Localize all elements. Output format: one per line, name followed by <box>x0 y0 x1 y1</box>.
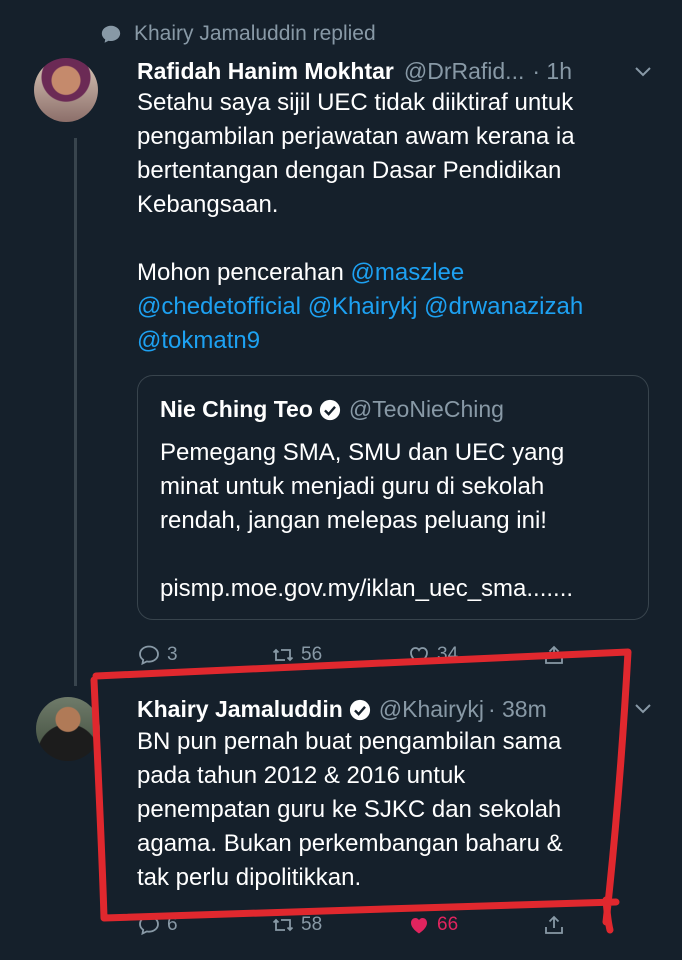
share-icon <box>545 915 563 934</box>
quoted-author-handle: @TeoNieChing <box>348 396 504 422</box>
retweet-icon <box>272 918 294 932</box>
quoted-line: minat untuk menjadi guru di sekolah <box>160 473 545 500</box>
avatar[interactable] <box>36 697 100 761</box>
like-count: 34 <box>437 644 459 665</box>
quoted-tweet-header: Nie Ching Teo @TeoNieChing <box>160 396 504 423</box>
chevron-down-icon[interactable] <box>634 66 652 78</box>
like-button[interactable]: 66 <box>407 913 458 937</box>
retweet-button[interactable]: 58 <box>271 913 322 937</box>
tweet-line: Kebangsaan. <box>137 191 279 218</box>
retweet-button[interactable]: 56 <box>271 643 322 667</box>
tweet-header: Khairy Jamaluddin @Khairykj · 38m <box>137 696 547 723</box>
share-button[interactable] <box>542 913 566 937</box>
author-name[interactable]: Rafidah Hanim Mokhtar <box>137 58 394 85</box>
mention-link[interactable]: @tokmatn9 <box>137 327 260 354</box>
tweet-line: pada tahun 2012 & 2016 untuk <box>137 762 466 789</box>
tweet-line: bertentangan dengan Dasar Pendidikan <box>137 157 562 184</box>
tweet-body: Setahu saya sijil UEC tidak diiktiraf un… <box>137 86 657 358</box>
reply-count: 6 <box>167 914 178 935</box>
mention-link[interactable]: @chedetofficial <box>137 293 301 320</box>
verified-badge-icon <box>349 699 370 720</box>
quoted-line: rendah, jangan melepas peluang ini! <box>160 507 547 534</box>
retweet-icon <box>272 648 294 662</box>
tweet-line: agama. Bukan perkembangan baharu & <box>137 830 563 857</box>
reply-icon <box>139 915 159 936</box>
reply-count: 3 <box>167 644 178 665</box>
mention-link[interactable]: @Khairykj <box>308 293 418 320</box>
reply-button[interactable]: 3 <box>137 643 178 667</box>
tweet-text-request: Mohon pencerahan <box>137 259 344 286</box>
mention-link[interactable]: @maszlee <box>351 259 465 286</box>
author-handle[interactable]: @Khairykj <box>379 696 484 723</box>
heart-icon <box>411 918 427 934</box>
author-handle[interactable]: @DrRafid... <box>404 58 524 85</box>
reply-button[interactable]: 6 <box>137 913 178 937</box>
reply-context-text: Khairy Jamaluddin replied <box>134 22 376 45</box>
author-name[interactable]: Khairy Jamaluddin <box>137 696 343 723</box>
like-button[interactable]: 34 <box>407 643 458 667</box>
quoted-tweet-card[interactable]: Nie Ching Teo @TeoNieChing Pemegang SMA,… <box>137 375 649 620</box>
reply-icon <box>139 645 159 666</box>
quoted-tweet-body: Pemegang SMA, SMU dan UEC yang minat unt… <box>160 436 630 606</box>
like-count: 66 <box>437 914 459 935</box>
quoted-link[interactable]: pismp.moe.gov.my/iklan_uec_sma....... <box>160 572 630 606</box>
heart-icon <box>410 647 428 665</box>
share-icon <box>545 645 563 664</box>
verified-badge-icon <box>319 399 340 420</box>
tweet-line: BN pun pernah buat pengambilan sama <box>137 728 562 755</box>
tweet-line: pengambilan perjawatan awam kerana ia <box>137 123 575 150</box>
quoted-line: Pemegang SMA, SMU dan UEC yang <box>160 439 565 466</box>
mention-link[interactable]: @drwanazizah <box>424 293 583 320</box>
tweet-body: BN pun pernah buat pengambilan sama pada… <box>137 725 637 895</box>
tweet-timestamp[interactable]: · 38m <box>488 696 547 723</box>
retweet-count: 56 <box>301 644 323 665</box>
tweet-actions: 6 58 66 <box>137 913 587 943</box>
avatar[interactable] <box>34 58 98 122</box>
tweet-line: tak perlu dipolitikkan. <box>137 864 362 891</box>
tweet-timestamp[interactable]: · 1h <box>532 58 572 85</box>
thread-connector <box>74 138 77 686</box>
chevron-down-icon[interactable] <box>634 703 652 715</box>
retweet-count: 58 <box>301 914 323 935</box>
tweet-actions: 3 56 34 <box>137 643 587 673</box>
tweet-header: Rafidah Hanim Mokhtar @DrRafid... · 1h <box>137 58 572 85</box>
tweet-line: Setahu saya sijil UEC tidak diiktiraf un… <box>137 89 574 116</box>
tweet-line: penempatan guru ke SJKC dan sekolah <box>137 796 562 823</box>
quoted-author-name: Nie Ching Teo <box>160 396 313 422</box>
speech-bubble-icon <box>101 25 121 43</box>
share-button[interactable] <box>542 643 566 667</box>
reply-context: Khairy Jamaluddin replied <box>100 18 376 50</box>
